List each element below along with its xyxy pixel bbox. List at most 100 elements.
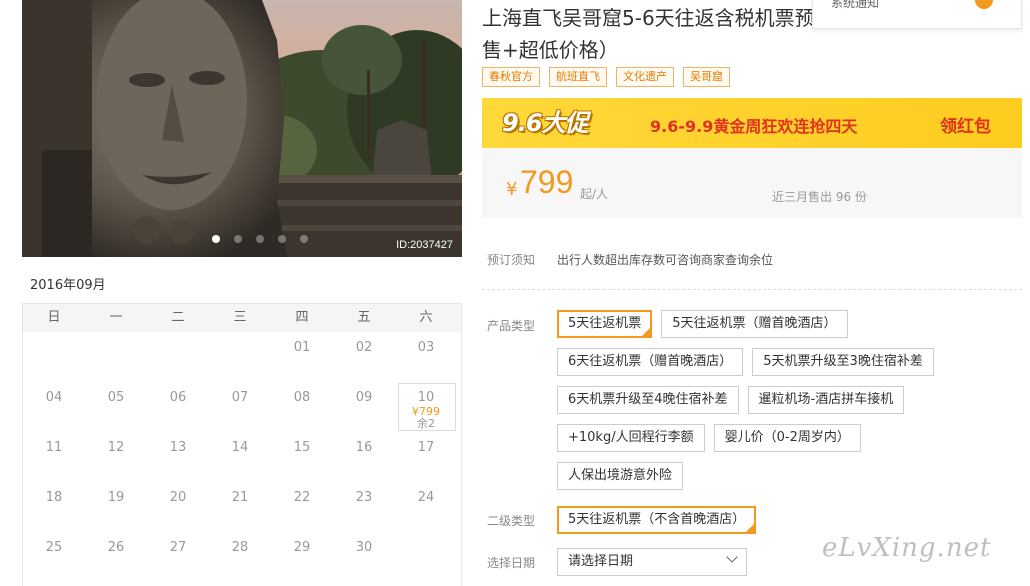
promo-text: 9.6-9.9黄金周狂欢连抢四天 bbox=[650, 117, 858, 136]
calendar-weekday-header: 日一二三四五六 bbox=[23, 304, 461, 332]
calendar-day-number: 03 bbox=[417, 340, 435, 355]
product-type-option[interactable]: 5天往返机票 bbox=[557, 310, 653, 338]
calendar-empty-cell bbox=[147, 332, 209, 382]
calendar-weekday: 五 bbox=[357, 310, 371, 325]
calendar-day: 02 bbox=[333, 332, 395, 382]
chevron-down-icon bbox=[726, 551, 738, 563]
calendar-day: 28 bbox=[209, 532, 271, 582]
date-label: 选择日期 bbox=[487, 556, 536, 570]
calendar-empty-cell bbox=[395, 532, 457, 582]
product-type-option[interactable]: 暹粒机场-酒店拼车接机 bbox=[747, 386, 905, 414]
product-type-option[interactable]: 6天往返机票（赠首晚酒店） bbox=[557, 348, 744, 376]
product-tag[interactable]: 文化遗产 bbox=[616, 67, 674, 87]
booking-notice-text: 出行人数超出库存数可咨询商家查询余位 bbox=[557, 253, 774, 267]
calendar-day: 07 bbox=[209, 382, 271, 432]
calendar-day: 22 bbox=[271, 482, 333, 532]
calendar-day-number: 19 bbox=[107, 490, 125, 505]
date-select[interactable]: 请选择日期 bbox=[557, 548, 747, 576]
calendar-day-number: 21 bbox=[231, 490, 249, 505]
calendar-day: 20 bbox=[147, 482, 209, 532]
product-title: 上海直飞吴哥窟5-6天往返含税机票预售+超低价格） bbox=[482, 6, 815, 62]
calendar-body: 01 02 03 04 05 06 07 08 09 10 ¥799 余2 11 12 13 14 15 16 17… bbox=[23, 332, 461, 582]
product-type-options: 5天往返机票 5天往返机票（赠首晚酒店） 6天往返机票（赠首晚酒店） 5天机票升级至3… bbox=[557, 310, 977, 490]
calendar-day-number: 17 bbox=[417, 440, 435, 455]
date-select-value: 请选择日期 bbox=[568, 554, 634, 569]
product-type-option[interactable]: 5天往返机票（赠首晚酒店） bbox=[661, 310, 848, 338]
calendar-day-highlight bbox=[398, 383, 456, 431]
calendar-weekday: 三 bbox=[233, 310, 247, 325]
section-divider bbox=[482, 289, 1022, 290]
calendar-day: 16 bbox=[333, 432, 395, 482]
product-type-option[interactable]: 6天机票升级至4晚住宿补差 bbox=[557, 386, 739, 414]
calendar-day-number: 30 bbox=[355, 540, 373, 555]
hero-image[interactable]: ID:2037427 bbox=[22, 0, 462, 257]
product-type-option[interactable]: 5天机票升级至3晚住宿补差 bbox=[752, 348, 934, 376]
calendar-day-number: 05 bbox=[107, 390, 125, 405]
calendar-day-number: 29 bbox=[293, 540, 311, 555]
product-tag[interactable]: 航班直飞 bbox=[549, 67, 607, 87]
promo-logo: 9.6大促 bbox=[502, 109, 589, 137]
product-tag[interactable]: 春秋官方 bbox=[482, 67, 540, 87]
calendar-day: 04 bbox=[23, 382, 85, 432]
calendar-day: 05 bbox=[85, 382, 147, 432]
calendar-weekday: 一 bbox=[109, 310, 123, 325]
calendar-day: 18 bbox=[23, 482, 85, 532]
calendar-day: 14 bbox=[209, 432, 271, 482]
calendar-day-number: 13 bbox=[169, 440, 187, 455]
notice-label: 系统通知 bbox=[831, 0, 880, 10]
carousel-dot[interactable] bbox=[212, 235, 220, 243]
angkor-face-photo bbox=[22, 0, 462, 257]
calendar-day-number: 01 bbox=[293, 340, 311, 355]
carousel-dot[interactable] bbox=[300, 235, 308, 243]
calendar-day: 26 bbox=[85, 532, 147, 582]
carousel-dot[interactable] bbox=[278, 235, 286, 243]
calendar-weekday: 六 bbox=[419, 310, 433, 325]
product-tag[interactable]: 吴哥窟 bbox=[683, 67, 730, 87]
calendar-day: 01 bbox=[271, 332, 333, 382]
carousel-dot[interactable] bbox=[256, 235, 264, 243]
price-value: 799 bbox=[520, 164, 574, 200]
calendar-day-number: 27 bbox=[169, 540, 187, 555]
calendar-day-number: 22 bbox=[293, 490, 311, 505]
sub-type-option[interactable]: 5天往返机票（不含首晚酒店） bbox=[557, 506, 757, 534]
calendar-day: 09 bbox=[333, 382, 395, 432]
calendar-weekday: 日 bbox=[47, 310, 61, 325]
calendar-weekday: 二 bbox=[171, 310, 185, 325]
calendar-day-number: 24 bbox=[417, 490, 435, 505]
red-packet-button[interactable]: 领红包 bbox=[940, 112, 991, 137]
calendar-week: 11 12 13 14 15 16 17 bbox=[23, 432, 461, 482]
calendar-day: 08 bbox=[271, 382, 333, 432]
calendar-day-number: 09 bbox=[355, 390, 373, 405]
image-id-label: ID:2037427 bbox=[396, 239, 453, 251]
calendar-day: 25 bbox=[23, 532, 85, 582]
calendar-day: 23 bbox=[333, 482, 395, 532]
calendar-week: 18 19 20 21 22 23 24 bbox=[23, 482, 461, 532]
product-type-option[interactable]: 人保出境游意外险 bbox=[557, 462, 684, 490]
calendar-week: 01 02 03 bbox=[23, 332, 461, 382]
calendar-day: 13 bbox=[147, 432, 209, 482]
notice-badge bbox=[975, 0, 993, 9]
product-type-label: 产品类型 bbox=[487, 319, 536, 333]
product-type-option[interactable]: 婴儿价（0-2周岁内） bbox=[713, 424, 861, 452]
calendar-empty-cell bbox=[85, 332, 147, 382]
promo-banner[interactable]: 9.6大促 9.6-9.9黄金周狂欢连抢四天 领红包 bbox=[482, 98, 1022, 148]
booking-notice-label: 预订须知 bbox=[487, 253, 536, 267]
calendar-week: 04 05 06 07 08 09 10 ¥799 余2 bbox=[23, 382, 461, 432]
watermark: eLvXing.net bbox=[822, 533, 992, 563]
calendar-month-tab[interactable]: 2016年09月 bbox=[22, 278, 112, 306]
price-panel: ¥ 799 起/人 近三月售出 96 份 bbox=[482, 148, 1022, 218]
carousel-dot[interactable] bbox=[234, 235, 242, 243]
sold-count: 近三月售出 96 份 bbox=[772, 190, 867, 204]
calendar-day-number: 04 bbox=[45, 390, 63, 405]
calendar-day-number: 26 bbox=[107, 540, 125, 555]
calendar-day-number: 23 bbox=[355, 490, 373, 505]
calendar-day-number: 12 bbox=[107, 440, 125, 455]
calendar: 日 一 二 三 四 五 六 01 02 03 04 05 06 07 08 09 10 ¥799 余2 11 12 13… bbox=[22, 304, 462, 586]
notice-dropdown[interactable]: 系统通知 bbox=[812, 0, 1022, 29]
product-type-option[interactable]: +10kg/人回程行李额 bbox=[557, 424, 705, 452]
calendar-day[interactable]: 10 ¥799 余2 bbox=[395, 382, 457, 432]
calendar-day-number: 16 bbox=[355, 440, 373, 455]
calendar-day: 17 bbox=[395, 432, 457, 482]
calendar-day: 15 bbox=[271, 432, 333, 482]
calendar-day: 24 bbox=[395, 482, 457, 532]
